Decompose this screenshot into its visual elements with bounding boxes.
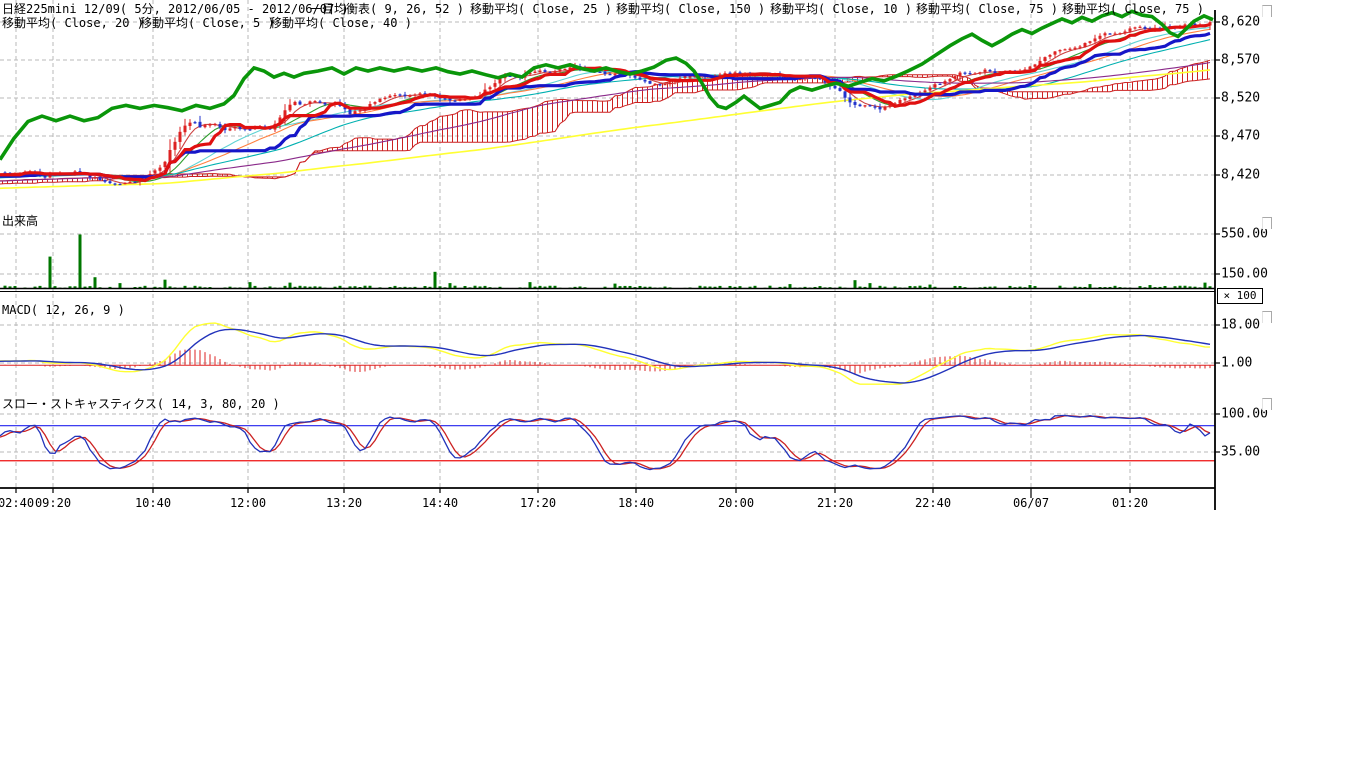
time-axis-label: 14:40: [422, 496, 458, 510]
time-axis-label: 17:20: [520, 496, 556, 510]
price-axis-label: 8,570: [1221, 53, 1260, 68]
time-axis-label: 12:00: [230, 496, 266, 510]
price-pane-icon[interactable]: [1262, 5, 1272, 17]
time-axis-label: 06/07: [1013, 496, 1049, 510]
legend-item: 移動平均( Close, 75 ): [916, 0, 1058, 17]
legend-item: 移動平均( Close, 40 ): [270, 14, 412, 31]
legend-item: 移動平均( Close, 150 ): [616, 0, 765, 17]
price-axis-label: 8,620: [1221, 15, 1260, 30]
chart-canvas: [0, 0, 1366, 560]
stoch-pane-icon[interactable]: [1262, 398, 1272, 410]
stoch-axis-label: 100.00: [1221, 407, 1268, 422]
price-axis-label: 8,470: [1221, 129, 1260, 144]
stoch-axis-label: 35.00: [1221, 445, 1260, 460]
volume-pane-icon[interactable]: [1262, 217, 1272, 229]
macd-axis-label: 18.00: [1221, 318, 1260, 333]
price-axis-label: 8,420: [1221, 168, 1260, 183]
price-axis-label: 8,520: [1221, 91, 1260, 106]
volume-axis-label: 550.00: [1221, 227, 1268, 242]
macd-axis-label: 1.00: [1221, 356, 1252, 371]
legend-item: 移動平均( Close, 75 ): [1062, 0, 1204, 17]
macd-pane-icon[interactable]: [1262, 311, 1272, 323]
chart-application-window: 日経225mini 12/09( 5分, 2012/06/05 - 2012/0…: [0, 0, 1366, 768]
legend-item: 移動平均( Close, 20 ): [2, 14, 144, 31]
time-axis-label: 01:20: [1112, 496, 1148, 510]
time-axis-label: 22:40: [915, 496, 951, 510]
time-axis-label: 13:20: [326, 496, 362, 510]
legend-item: 移動平均( Close, 10 ): [770, 0, 912, 17]
macd-pane-label: MACD( 12, 26, 9 ): [2, 304, 125, 317]
time-axis-label: 18:40: [618, 496, 654, 510]
time-axis-label: 09:20: [35, 496, 71, 510]
volume-pane-label: 出来高: [2, 215, 38, 228]
legend-item: 移動平均( Close, 25 ): [470, 0, 612, 17]
volume-axis-label: 150.00: [1221, 267, 1268, 282]
legend-item: 移動平均( Close, 5 ): [140, 14, 275, 31]
volume-multiplier-badge: × 100: [1217, 288, 1263, 304]
time-axis-label: 02:40: [0, 496, 34, 510]
stochastics-pane-label: スロー・ストキャスティクス( 14, 3, 80, 20 ): [2, 398, 280, 411]
time-axis-label: 20:00: [718, 496, 754, 510]
time-axis-label: 10:40: [135, 496, 171, 510]
time-axis-label: 21:20: [817, 496, 853, 510]
